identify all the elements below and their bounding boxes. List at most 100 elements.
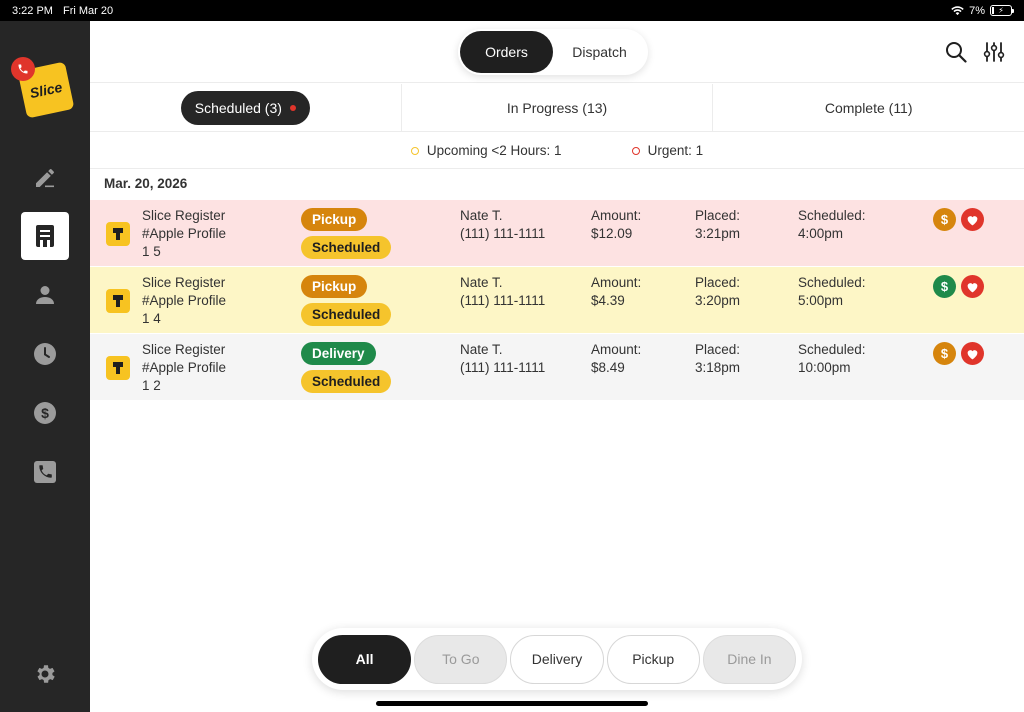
register-icon <box>106 289 130 313</box>
order-source-text: Slice Register <box>142 342 226 357</box>
order-number: 1 4 <box>142 311 161 326</box>
sidebar-item-history[interactable] <box>21 330 69 378</box>
amount-value: $12.09 <box>591 226 633 241</box>
status-tabs: Scheduled (3) In Progress (13) Complete … <box>90 84 1024 132</box>
tab-in-progress[interactable]: In Progress (13) <box>402 84 714 131</box>
legend-upcoming: Upcoming <2 Hours: 1 <box>410 143 562 158</box>
order-status-badge: Scheduled <box>301 236 392 259</box>
placed-label: Placed: <box>695 208 741 223</box>
sidebar: Slice $ <box>0 21 90 712</box>
sidebar-item-settings[interactable] <box>21 650 69 698</box>
order-profile: #Apple Profile <box>142 293 227 308</box>
order-scheduled: Scheduled: 4:00pm <box>798 207 866 243</box>
order-scheduled: Scheduled: 10:00pm <box>798 341 866 377</box>
dollar-symbol: $ <box>940 346 949 361</box>
order-profile: #Apple Profile <box>142 360 227 375</box>
order-source-text: Slice Register <box>142 208 226 223</box>
sidebar-item-calls[interactable] <box>21 448 69 496</box>
placed-label: Placed: <box>695 342 741 357</box>
favorite-heart-icon[interactable] <box>961 208 984 231</box>
filter-all[interactable]: All <box>318 634 412 684</box>
urgent-ring-icon <box>631 146 640 155</box>
urgent-dot <box>289 104 296 111</box>
scheduled-value: 4:00pm <box>798 226 844 241</box>
sidebar-item-payments[interactable]: $ <box>21 389 69 437</box>
register-icon <box>106 356 130 380</box>
scheduled-value: 5:00pm <box>798 293 844 308</box>
order-row[interactable]: Slice Register #Apple Profile 1 5 Pickup Sch… <box>90 200 1024 266</box>
amount-value: $4.39 <box>591 293 625 308</box>
filter-delivery[interactable]: Delivery <box>510 634 604 684</box>
dollar-symbol: $ <box>940 279 949 294</box>
favorite-heart-icon[interactable] <box>961 275 984 298</box>
header: Orders Dispatch <box>90 21 1024 83</box>
placed-value: 3:20pm <box>695 293 741 308</box>
tab-scheduled[interactable]: Scheduled (3) <box>90 84 402 131</box>
scheduled-pill[interactable]: Scheduled (3) <box>180 90 310 125</box>
order-source: Slice Register #Apple Profile 1 4 <box>142 274 226 328</box>
home-indicator <box>376 701 648 706</box>
payment-status-icon[interactable]: $ <box>933 208 956 231</box>
order-customer: Nate T. (111) 111-1111 <box>460 274 545 310</box>
filter-sliders-icon[interactable] <box>983 41 1005 63</box>
wifi-icon <box>951 5 964 15</box>
order-row[interactable]: Slice Register #Apple Profile 1 4 Pickup Sch… <box>90 267 1024 333</box>
gear-icon <box>37 665 55 683</box>
order-number: 1 5 <box>142 244 161 259</box>
payment-status-icon[interactable]: $ <box>933 342 956 365</box>
order-amount: Amount: $4.39 <box>591 274 641 310</box>
svg-text:$: $ <box>41 405 49 421</box>
placed-label: Placed: <box>695 275 741 290</box>
tab-dispatch[interactable]: Dispatch <box>553 31 646 73</box>
placed-value: 3:21pm <box>695 226 741 241</box>
order-source: Slice Register #Apple Profile 1 2 <box>142 341 226 395</box>
order-amount: Amount: $8.49 <box>591 341 641 377</box>
amount-label: Amount: <box>591 275 642 290</box>
order-profile: #Apple Profile <box>142 226 227 241</box>
customer-phone: (111) 111-1111 <box>460 360 546 375</box>
status-right: 7% ⚡ <box>951 4 1014 17</box>
tab-orders[interactable]: Orders <box>460 31 553 73</box>
sidebar-item-orders[interactable] <box>21 212 69 260</box>
amount-value: $8.49 <box>591 360 625 375</box>
status-date: Fri Mar 20 <box>62 4 114 17</box>
dollar-icon: $ <box>34 402 56 424</box>
sidebar-item-edit[interactable] <box>21 154 69 202</box>
order-row[interactable]: Slice Register #Apple Profile 1 2 Delivery S… <box>90 334 1024 400</box>
payment-status-icon[interactable]: $ <box>933 275 956 298</box>
favorite-heart-icon[interactable] <box>961 342 984 365</box>
scheduled-value: 10:00pm <box>798 360 851 375</box>
order-amount: Amount: $12.09 <box>591 207 641 243</box>
order-type-badge: Delivery <box>301 342 376 365</box>
filter-dine-in[interactable]: Dine In <box>702 634 797 684</box>
order-status-badge: Scheduled <box>301 370 392 393</box>
register-icon <box>106 222 130 246</box>
status-bar: 3:22 PM Fri Mar 20 7% ⚡ <box>0 0 1024 21</box>
order-type-badge: Pickup <box>301 208 368 231</box>
status-time: 3:22 PM <box>12 4 53 17</box>
customer-icon <box>36 286 54 304</box>
scheduled-label: Scheduled: <box>798 342 866 357</box>
phone-call-badge[interactable] <box>11 57 35 81</box>
order-source-text: Slice Register <box>142 275 226 290</box>
legend-urgent: Urgent: 1 <box>631 143 703 158</box>
order-placed: Placed: 3:21pm <box>695 207 740 243</box>
orders-icon <box>36 225 54 247</box>
order-type-filter: All To Go Delivery Pickup Dine In <box>312 628 802 690</box>
battery-percent: 7% <box>969 4 985 17</box>
sidebar-item-customers[interactable] <box>21 271 69 319</box>
amount-label: Amount: <box>591 208 642 223</box>
dollar-symbol: $ <box>940 212 949 227</box>
customer-phone: (111) 111-1111 <box>460 226 546 241</box>
placed-value: 3:18pm <box>695 360 741 375</box>
customer-name: Nate T. <box>460 342 503 357</box>
filter-pickup[interactable]: Pickup <box>606 634 700 684</box>
date-heading: Mar. 20, 2026 <box>104 176 188 191</box>
order-type-badge: Pickup <box>301 275 368 298</box>
filter-to-go[interactable]: To Go <box>414 634 508 684</box>
scheduled-label: Scheduled: <box>798 208 866 223</box>
legend: Upcoming <2 Hours: 1 Urgent: 1 <box>90 133 1024 169</box>
search-icon[interactable] <box>945 41 967 63</box>
upcoming-ring-icon <box>410 146 419 155</box>
tab-complete[interactable]: Complete (11) <box>713 84 1024 131</box>
